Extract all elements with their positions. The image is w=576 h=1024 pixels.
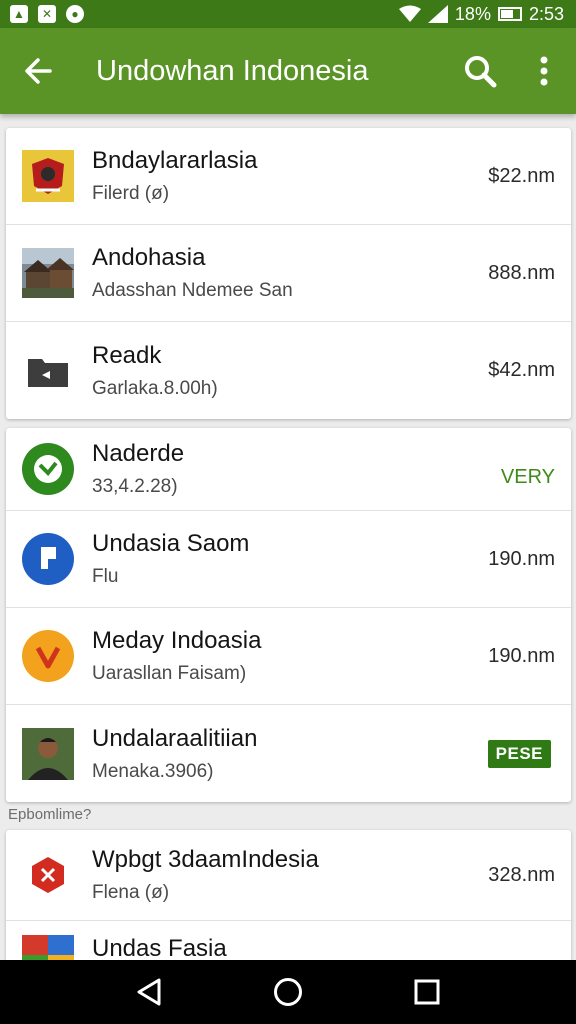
list-card-1: Bndaylararlasia Filerd (ø) $22.nm Andoha…	[6, 128, 571, 419]
system-nav-bar	[0, 960, 576, 1024]
list-item[interactable]: Bndaylararlasia Filerd (ø) $22.nm	[6, 128, 571, 225]
item-title: Meday Indoasia	[92, 627, 262, 654]
more-vert-icon	[540, 56, 548, 86]
nav-recents-button[interactable]	[397, 962, 457, 1022]
clock: 2:53	[528, 3, 564, 24]
village-photo	[22, 247, 74, 299]
arrow-back-icon	[25, 58, 52, 84]
nav-home-button[interactable]	[258, 962, 318, 1022]
item-subtitle: Menaka.3906)	[92, 760, 214, 782]
sim-icon: ✕	[38, 5, 56, 23]
list-item[interactable]: Wpbgt 3daamIndesia Flena (ø) 328.nm	[6, 830, 571, 921]
item-title: Naderde	[92, 440, 185, 467]
item-value: $42.nm	[488, 359, 555, 381]
list-item[interactable]: Readk Garlaka.8.00h) $42.nm	[6, 322, 571, 419]
status-notifications: ▲ ✕ ●	[10, 5, 84, 23]
green-logo-icon	[22, 443, 74, 495]
item-subtitle: 33,4.2.28)	[92, 476, 178, 497]
image-icon: ▲	[10, 5, 28, 23]
item-title: Readk	[92, 341, 162, 369]
item-value: 888.nm	[488, 261, 555, 284]
status-badge[interactable]: PESE	[487, 739, 551, 768]
list-item[interactable]: Undas Fasia	[6, 921, 571, 960]
search-icon	[465, 56, 497, 88]
item-title: Bndaylararlasia	[92, 147, 258, 174]
back-triangle-icon	[137, 978, 161, 1006]
nav-back-button[interactable]	[119, 962, 179, 1022]
item-title: Undalaraalitiian	[92, 724, 258, 752]
folder-icon	[22, 345, 74, 397]
overflow-menu-button[interactable]	[512, 28, 576, 114]
status-system: 18% 2:53	[398, 3, 564, 25]
item-value: 190.nm	[488, 644, 555, 667]
item-subtitle: Filerd (ø)	[92, 183, 170, 204]
page-title: Undowhan Indonesia	[96, 54, 369, 87]
status-bar: ▲ ✕ ● 18% 2:53	[0, 0, 576, 28]
back-button[interactable]	[0, 28, 76, 114]
item-title: Undas Fasia	[92, 935, 227, 960]
list-card-2: Naderde 33,4.2.28) VERY Undasia Saom Flu…	[6, 428, 571, 802]
section-header: Epbomlime?	[8, 806, 92, 823]
item-subtitle: Uarasllan Faisam)	[92, 663, 247, 684]
emblem-icon	[22, 150, 74, 202]
item-status: VERY	[500, 465, 555, 488]
red-hex-icon	[22, 849, 74, 901]
search-button[interactable]	[448, 28, 512, 114]
app-bar: Undowhan Indonesia	[0, 28, 576, 114]
list-item[interactable]: Undalaraalitiian Menaka.3906) PESE	[6, 705, 571, 802]
orange-logo-icon	[22, 630, 74, 682]
item-value: 190.nm	[488, 547, 555, 570]
item-title: Wpbgt 3daamIndesia	[92, 846, 319, 873]
item-value: 328.nm	[488, 863, 555, 886]
signal-icon	[427, 5, 448, 23]
item-subtitle: Garlaka.8.00h)	[92, 377, 218, 399]
battery-percent: 18%	[454, 3, 491, 24]
person-photo	[22, 727, 74, 780]
item-subtitle: Flena (ø)	[92, 882, 170, 903]
list-item[interactable]: Meday Indoasia Uarasllan Faisam) 190.nm	[6, 608, 571, 705]
home-circle-icon	[273, 978, 302, 1006]
list-card-3: Wpbgt 3daamIndesia Flena (ø) 328.nm Unda…	[6, 830, 571, 960]
list-item[interactable]: Naderde 33,4.2.28) VERY	[6, 428, 571, 511]
recents-square-icon	[414, 979, 440, 1005]
item-title: Andohasia	[92, 244, 206, 271]
item-subtitle: Adasshan Ndemee San	[92, 280, 293, 301]
circle-notification-icon: ●	[66, 5, 84, 23]
wifi-icon	[398, 5, 421, 22]
colorful-icon	[22, 935, 74, 960]
item-title: Undasia Saom	[92, 530, 250, 557]
item-value: $22.nm	[488, 164, 555, 187]
list-item[interactable]: Andohasia Adasshan Ndemee San 888.nm	[6, 225, 571, 322]
item-subtitle: Flu	[92, 566, 119, 587]
list-item[interactable]: Undasia Saom Flu 190.nm	[6, 511, 571, 608]
blue-logo-icon	[22, 533, 74, 585]
battery-icon	[497, 7, 522, 21]
